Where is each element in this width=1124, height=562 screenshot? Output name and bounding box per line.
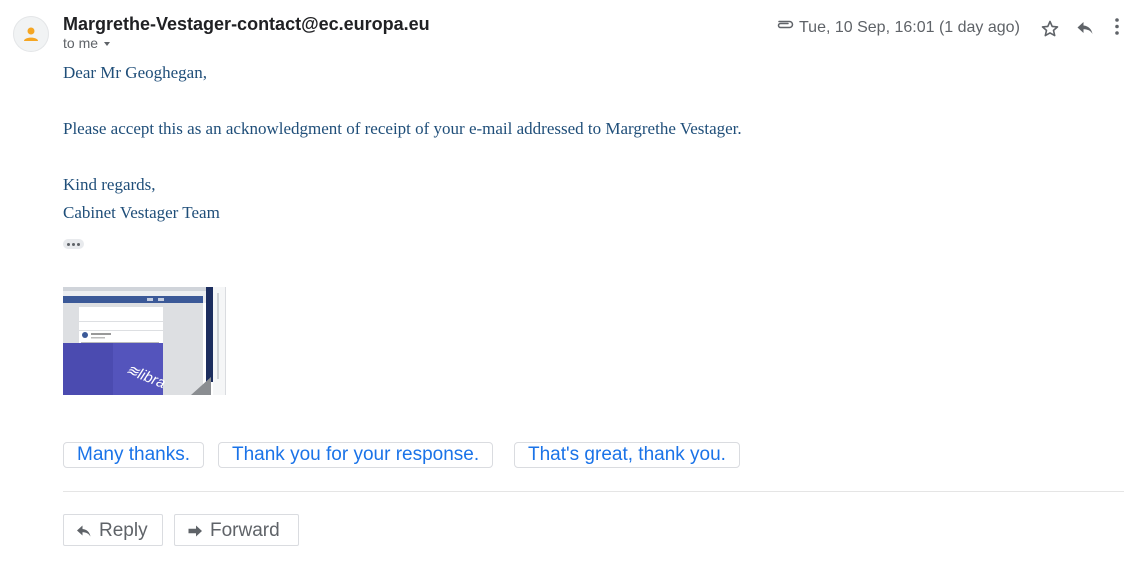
more-vert-icon[interactable] [1114,17,1120,37]
closing-text: Kind regards, [63,175,156,194]
message-paragraph: Please accept this as an acknowledgment … [63,119,742,138]
forward-icon [188,525,202,537]
greeting-text: Dear Mr Geoghegan, [63,63,207,82]
section-divider [63,491,1124,492]
forward-button-label: Forward [210,520,280,541]
forward-button[interactable]: Forward [174,514,299,546]
attachment-preview-image: ≋libra [63,287,225,395]
sender-avatar[interactable] [13,16,49,52]
smart-reply-2[interactable]: Thank you for your response. [218,442,494,468]
star-icon[interactable] [1040,19,1060,39]
reply-icon [77,525,91,537]
smart-reply-1[interactable]: Many thanks. [63,442,204,468]
paperclip-icon [777,20,794,29]
sender-email[interactable]: Margrethe-Vestager-contact@ec.europa.eu [63,14,430,35]
person-icon [24,27,38,41]
reply-button-label: Reply [99,520,148,541]
reply-icon[interactable] [1075,18,1095,38]
attachment-thumbnail[interactable]: ≋libra [63,287,226,395]
caret-down-icon [104,42,111,47]
reply-button[interactable]: Reply [63,514,163,546]
message-timestamp: Tue, 10 Sep, 16:01 (1 day ago) [799,19,1020,36]
smart-reply-3[interactable]: That's great, thank you. [514,442,740,468]
recipient-label: to me [63,35,99,51]
show-trimmed-content-button[interactable] [63,239,84,249]
signature-text: Cabinet Vestager Team [63,203,220,222]
recipient-details-toggle[interactable]: to me [63,35,111,51]
